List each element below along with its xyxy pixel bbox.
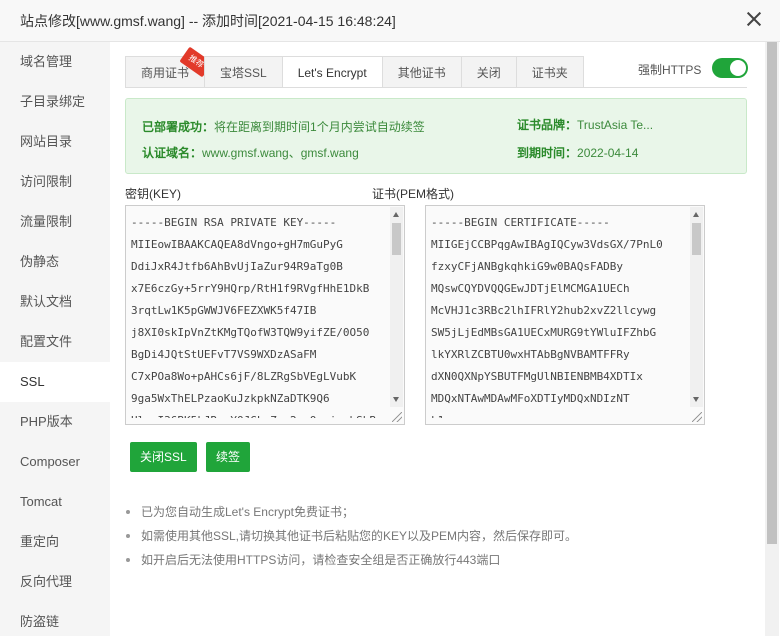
- resize-handle-icon[interactable]: [392, 412, 402, 422]
- cert-scrollbar-thumb[interactable]: [692, 223, 701, 255]
- cert-field-label: 证书(PEM格式): [372, 187, 454, 201]
- cert-text: -----BEGIN CERTIFICATE----- MIIGEjCCBPqg…: [431, 216, 663, 418]
- sidebar-item-traffic-limit[interactable]: 流量限制: [0, 202, 110, 242]
- toggle-knob: [730, 60, 746, 76]
- cert-textarea[interactable]: -----BEGIN CERTIFICATE----- MIIGEjCCBPqg…: [425, 205, 705, 425]
- scroll-up-icon[interactable]: [393, 212, 399, 217]
- tab-commercial-cert[interactable]: 商用证书 推荐: [125, 46, 213, 88]
- deploy-label: 已部署成功：: [142, 120, 215, 134]
- close-ssl-button[interactable]: 关闭SSL: [130, 442, 197, 472]
- tips-list: 已为您自动生成Let's Encrypt免费证书； 如需使用其他SSL,请切换其…: [125, 500, 745, 572]
- sidebar-item-domain[interactable]: 域名管理: [0, 42, 110, 82]
- renew-button[interactable]: 续签: [206, 442, 251, 472]
- sidebar-item-redirect[interactable]: 重定向: [0, 522, 110, 562]
- sidebar-item-ssl[interactable]: SSL: [0, 362, 110, 402]
- cert-expiry: 到期时间：2022-04-14: [517, 144, 638, 161]
- force-https-toggle[interactable]: [712, 58, 748, 78]
- tip-item: 如需使用其他SSL,请切换其他证书后粘贴您的KEY以及PEM内容，然后保存即可。: [125, 524, 745, 548]
- page-scrollbar[interactable]: [765, 42, 779, 636]
- brand-label: 证书品牌：: [517, 118, 578, 132]
- sidebar-item-tomcat[interactable]: Tomcat: [0, 482, 110, 522]
- cert-scrollbar[interactable]: [690, 207, 703, 407]
- scroll-down-icon[interactable]: [393, 397, 399, 402]
- tab-close[interactable]: 关闭: [460, 56, 517, 88]
- sidebar: 域名管理 子目录绑定 网站目录 访问限制 流量限制 伪静态 默认文档 配置文件 …: [0, 42, 110, 636]
- scroll-down-icon[interactable]: [693, 397, 699, 402]
- domain-value: www.gmsf.wang、gmsf.wang: [202, 146, 359, 160]
- tip-item: 已为您自动生成Let's Encrypt免费证书；: [125, 500, 745, 524]
- key-field-label: 密钥(KEY): [125, 187, 182, 201]
- sidebar-item-subdir[interactable]: 子目录绑定: [0, 82, 110, 122]
- sidebar-item-default-doc[interactable]: 默认文档: [0, 282, 110, 322]
- sidebar-item-rewrite[interactable]: 伪静态: [0, 242, 110, 282]
- expiry-label: 到期时间：: [517, 146, 578, 160]
- sidebar-item-proxy[interactable]: 反向代理: [0, 562, 110, 602]
- force-https-label: 强制HTTPS: [638, 63, 702, 77]
- sidebar-item-config[interactable]: 配置文件: [0, 322, 110, 362]
- cert-brand: 证书品牌：TrustAsia Te...: [517, 116, 653, 133]
- sidebar-item-site-dir[interactable]: 网站目录: [0, 122, 110, 162]
- window-title: 站点修改[www.gmsf.wang] -- 添加时间[2021-04-15 1…: [20, 13, 396, 29]
- window-titlebar: 站点修改[www.gmsf.wang] -- 添加时间[2021-04-15 1…: [0, 0, 780, 42]
- ssl-status-box: 已部署成功：将在距离到期时间1个月内尝试自动续签 认证域名：www.gmsf.w…: [125, 98, 747, 174]
- brand-value: TrustAsia Te...: [577, 118, 654, 132]
- tab-divider: [125, 87, 747, 88]
- key-scrollbar-thumb[interactable]: [392, 223, 401, 255]
- ssl-tabs: 商用证书 推荐 宝塔SSL Let's Encrypt 其他证书 关闭 证书夹: [125, 46, 584, 88]
- scroll-up-icon[interactable]: [693, 212, 699, 217]
- domain-label: 认证域名：: [142, 146, 203, 160]
- tip-item: 如开启后无法使用HTTPS访问，请检查安全组是否正确放行443端口: [125, 548, 745, 572]
- sidebar-item-access-limit[interactable]: 访问限制: [0, 162, 110, 202]
- tab-other-cert[interactable]: 其他证书: [381, 56, 462, 88]
- sidebar-item-php[interactable]: PHP版本: [0, 402, 110, 442]
- auth-domain: 认证域名：www.gmsf.wang、gmsf.wang: [142, 144, 359, 161]
- tab-bt-ssl[interactable]: 宝塔SSL: [204, 56, 283, 88]
- sidebar-item-hotlink[interactable]: 防盗链: [0, 602, 110, 636]
- deploy-text: 将在距离到期时间1个月内尝试自动续签: [214, 120, 425, 134]
- key-scrollbar[interactable]: [390, 207, 403, 407]
- close-icon[interactable]: [746, 11, 762, 27]
- resize-handle-icon[interactable]: [692, 412, 702, 422]
- sidebar-item-composer[interactable]: Composer: [0, 442, 110, 482]
- page-scrollbar-thumb[interactable]: [767, 42, 777, 544]
- key-textarea[interactable]: -----BEGIN RSA PRIVATE KEY----- MIIEowIB…: [125, 205, 405, 425]
- tab-cert-folder[interactable]: 证书夹: [515, 56, 584, 88]
- key-text: -----BEGIN RSA PRIVATE KEY----- MIIEowIB…: [131, 216, 376, 418]
- expiry-value: 2022-04-14: [577, 146, 639, 160]
- tab-lets-encrypt[interactable]: Let's Encrypt: [281, 56, 383, 88]
- tab-label: 商用证书: [141, 66, 190, 80]
- deploy-status: 已部署成功：将在距离到期时间1个月内尝试自动续签: [142, 118, 425, 135]
